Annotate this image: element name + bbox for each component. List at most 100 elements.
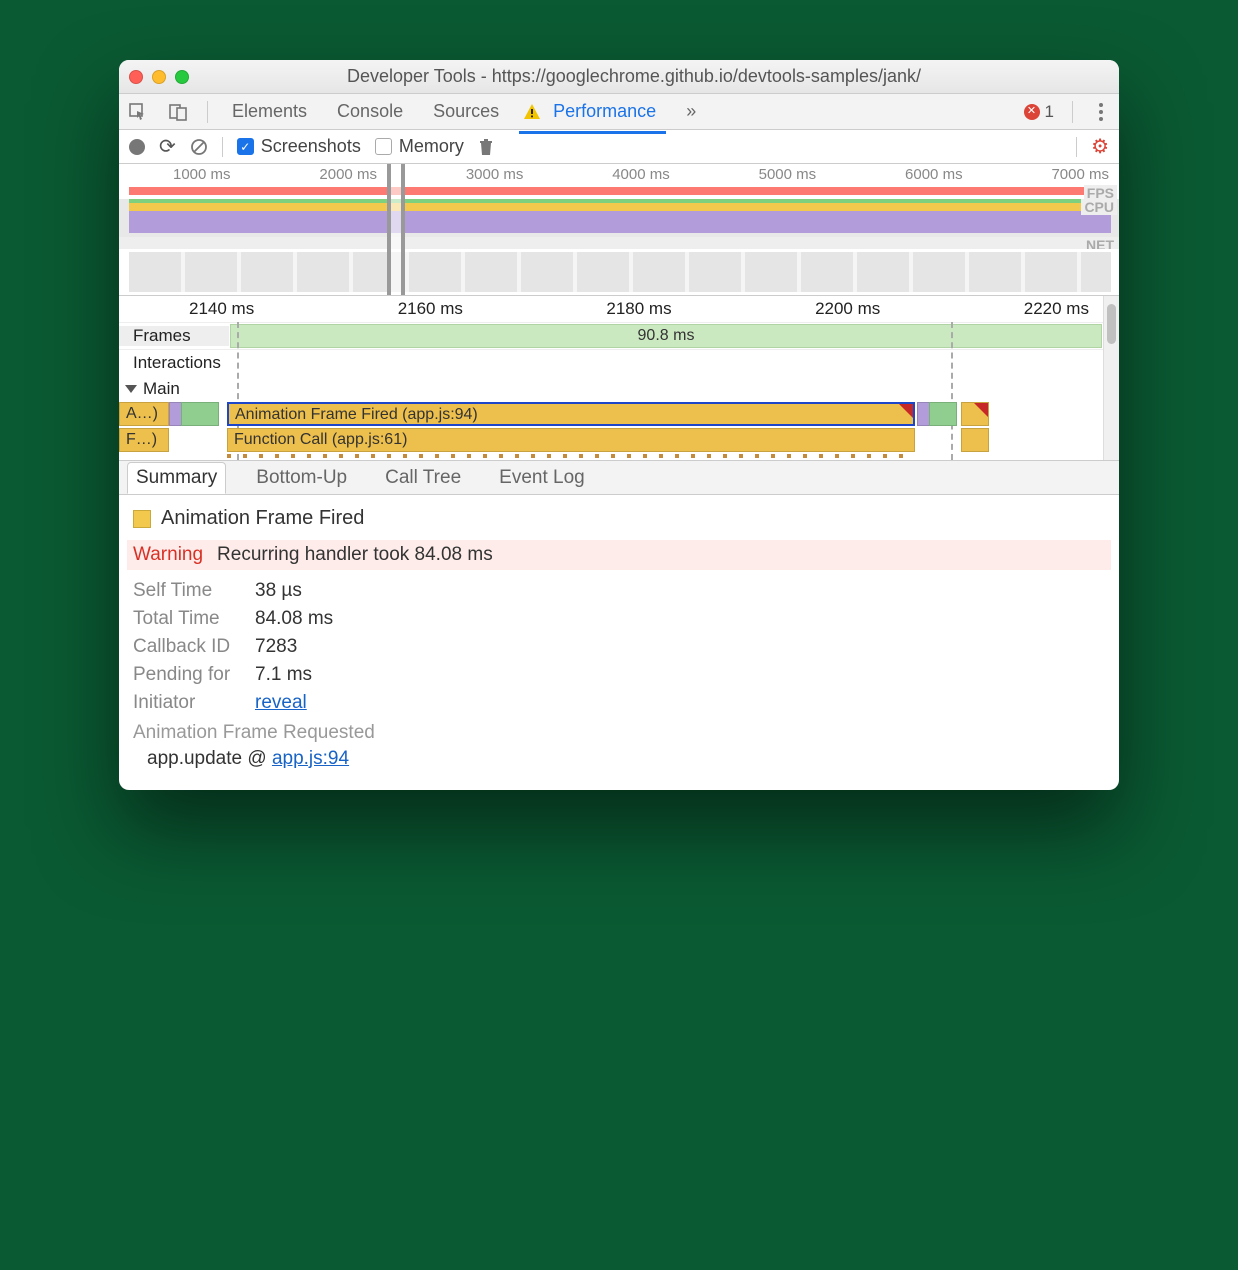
flame-bar[interactable] bbox=[929, 402, 957, 426]
inspect-element-icon[interactable] bbox=[127, 101, 149, 123]
pending-key: Pending for bbox=[133, 664, 243, 686]
summary-heading: Animation Frame Fired bbox=[133, 507, 1105, 530]
ruler-tick: 3000 ms bbox=[466, 166, 524, 183]
callback-id-val: 7283 bbox=[255, 636, 297, 658]
flame-bar[interactable] bbox=[961, 428, 989, 452]
separator bbox=[1072, 101, 1073, 123]
tab-performance-wrap[interactable]: Performance bbox=[523, 95, 662, 128]
scrollbar-thumb[interactable] bbox=[1107, 304, 1116, 344]
ruler-tick: 6000 ms bbox=[905, 166, 963, 183]
flame-bar[interactable] bbox=[181, 402, 219, 426]
tab-sources[interactable]: Sources bbox=[427, 95, 505, 128]
tabs-overflow[interactable]: » bbox=[680, 95, 702, 128]
ruler-tick: 7000 ms bbox=[1051, 166, 1109, 183]
flame-bar[interactable] bbox=[961, 402, 989, 426]
zoom-window-button[interactable] bbox=[175, 70, 189, 84]
vertical-scrollbar[interactable] bbox=[1103, 296, 1119, 460]
interactions-row[interactable]: Interactions bbox=[119, 349, 1119, 376]
performance-toolbar: ⟳ ✓ Screenshots Memory ⚙ bbox=[119, 130, 1119, 164]
tab-bottom-up[interactable]: Bottom-Up bbox=[248, 463, 355, 493]
frames-label: Frames bbox=[119, 326, 229, 346]
flamechart-bars: A…) Animation Frame Fired (app.js:94) F…… bbox=[119, 402, 1119, 460]
error-counter[interactable]: ✕ 1 bbox=[1024, 102, 1054, 122]
record-button[interactable] bbox=[129, 139, 145, 155]
stack-function: app.update @ bbox=[147, 748, 272, 769]
ruler-tick: 1000 ms bbox=[173, 166, 231, 183]
error-count: 1 bbox=[1045, 102, 1054, 122]
overview-fps: FPS bbox=[119, 185, 1119, 199]
initiator-key: Initiator bbox=[133, 692, 243, 714]
total-time-key: Total Time bbox=[133, 608, 243, 630]
warning-label: Warning bbox=[133, 544, 203, 566]
tab-summary[interactable]: Summary bbox=[127, 462, 226, 494]
screenshots-label: Screenshots bbox=[261, 136, 361, 157]
frame-duration-bar[interactable]: 90.8 ms bbox=[230, 324, 1102, 348]
frames-row[interactable]: Frames 90.8 ms bbox=[119, 322, 1119, 349]
memory-checkbox[interactable]: Memory bbox=[375, 136, 464, 157]
tab-console[interactable]: Console bbox=[331, 95, 409, 128]
separator bbox=[1076, 137, 1077, 157]
overview-filmstrip bbox=[119, 249, 1119, 295]
flame-bar-truncated[interactable]: F…) bbox=[119, 428, 169, 452]
pending-val: 7.1 ms bbox=[255, 664, 312, 686]
overview-selection-handle[interactable] bbox=[387, 164, 405, 295]
devtools-tabstrip: Elements Console Sources Performance » ✕… bbox=[119, 94, 1119, 130]
initiator-reveal-link[interactable]: reveal bbox=[255, 692, 307, 714]
long-task-warning-icon bbox=[899, 404, 913, 418]
flame-bar-animation-frame-fired[interactable]: Animation Frame Fired (app.js:94) bbox=[227, 402, 915, 426]
flame-bar-truncated[interactable]: A…) bbox=[119, 402, 169, 426]
memory-label: Memory bbox=[399, 136, 464, 157]
ruler-tick: 5000 ms bbox=[759, 166, 817, 183]
ruler-tick: 2000 ms bbox=[319, 166, 377, 183]
screenshots-checkbox[interactable]: ✓ Screenshots bbox=[237, 136, 361, 157]
main-label: Main bbox=[143, 379, 180, 399]
overview-net: NET bbox=[119, 237, 1119, 249]
window-title: Developer Tools - https://googlechrome.g… bbox=[199, 66, 1109, 87]
tab-elements[interactable]: Elements bbox=[226, 95, 313, 128]
minimize-window-button[interactable] bbox=[152, 70, 166, 84]
tab-call-tree[interactable]: Call Tree bbox=[377, 463, 469, 493]
self-time-key: Self Time bbox=[133, 580, 243, 602]
detail-tabs: Summary Bottom-Up Call Tree Event Log bbox=[119, 461, 1119, 495]
ruler-tick: 2140 ms bbox=[189, 299, 254, 319]
tab-performance: Performance bbox=[547, 95, 662, 128]
total-time-val: 84.08 ms bbox=[255, 608, 333, 630]
close-window-button[interactable] bbox=[129, 70, 143, 84]
frame-boundary bbox=[951, 322, 953, 460]
ruler-tick: 4000 ms bbox=[612, 166, 670, 183]
titlebar: Developer Tools - https://googlechrome.g… bbox=[119, 60, 1119, 94]
settings-gear-icon[interactable]: ⚙ bbox=[1091, 134, 1109, 159]
more-options-icon[interactable] bbox=[1091, 102, 1111, 122]
summary-subhead: Animation Frame Requested bbox=[133, 722, 1105, 744]
clear-button[interactable] bbox=[190, 138, 208, 156]
checkbox-checked-icon: ✓ bbox=[237, 138, 254, 155]
devtools-window: Developer Tools - https://googlechrome.g… bbox=[119, 60, 1119, 790]
ruler-tick: 2200 ms bbox=[815, 299, 880, 319]
category-swatch-scripting bbox=[133, 510, 151, 528]
summary-title: Animation Frame Fired bbox=[161, 507, 364, 530]
overview-ruler: 1000 ms 2000 ms 3000 ms 4000 ms 5000 ms … bbox=[119, 164, 1119, 185]
callback-id-key: Callback ID bbox=[133, 636, 243, 658]
device-toolbar-icon[interactable] bbox=[167, 101, 189, 123]
window-controls bbox=[129, 70, 189, 84]
tab-event-log[interactable]: Event Log bbox=[491, 463, 593, 493]
interactions-label: Interactions bbox=[119, 353, 229, 373]
main-track-header[interactable]: Main bbox=[119, 376, 1119, 402]
flame-bar-function-call[interactable]: Function Call (app.js:61) bbox=[227, 428, 915, 452]
separator bbox=[207, 101, 208, 123]
cpu-label: CPU bbox=[1081, 199, 1117, 215]
reload-button[interactable]: ⟳ bbox=[159, 134, 176, 159]
checkbox-unchecked-icon bbox=[375, 138, 392, 155]
summary-kv-list: Self Time 38 µs Total Time 84.08 ms Callba… bbox=[133, 580, 1105, 714]
flamechart-panel[interactable]: 2140 ms 2160 ms 2180 ms 2200 ms 2220 ms … bbox=[119, 296, 1119, 461]
separator bbox=[222, 137, 223, 157]
stack-trace: app.update @ app.js:94 bbox=[133, 748, 1105, 770]
warning-row: Warning Recurring handler took 84.08 ms bbox=[127, 540, 1111, 570]
self-time-val: 38 µs bbox=[255, 580, 302, 602]
overview-cpu: CPU bbox=[119, 199, 1119, 237]
flame-bar-thin bbox=[227, 454, 915, 458]
garbage-collect-icon[interactable] bbox=[478, 138, 494, 156]
warning-text: Recurring handler took 84.08 ms bbox=[217, 544, 493, 566]
overview-panel[interactable]: 1000 ms 2000 ms 3000 ms 4000 ms 5000 ms … bbox=[119, 164, 1119, 296]
stack-source-link[interactable]: app.js:94 bbox=[272, 748, 349, 769]
